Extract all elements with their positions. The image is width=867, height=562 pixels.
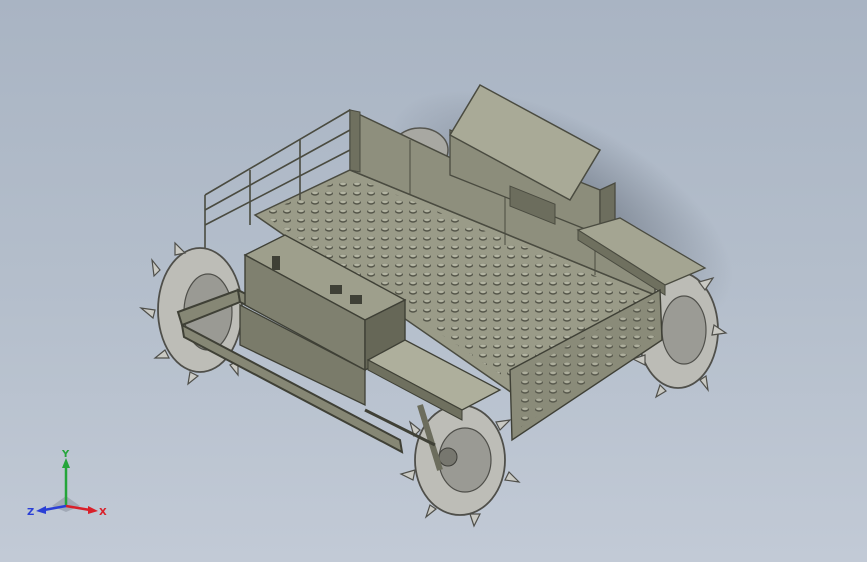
3d-viewport[interactable]: Y X Z: [0, 0, 867, 562]
vehicle-model[interactable]: [0, 0, 867, 562]
axis-label-y: Y: [61, 449, 70, 460]
wheel-front-right[interactable]: [399, 404, 521, 528]
axis-label-x: X: [99, 507, 107, 518]
orientation-triad: Y X Z: [27, 449, 107, 518]
axis-label-z: Z: [27, 507, 34, 518]
